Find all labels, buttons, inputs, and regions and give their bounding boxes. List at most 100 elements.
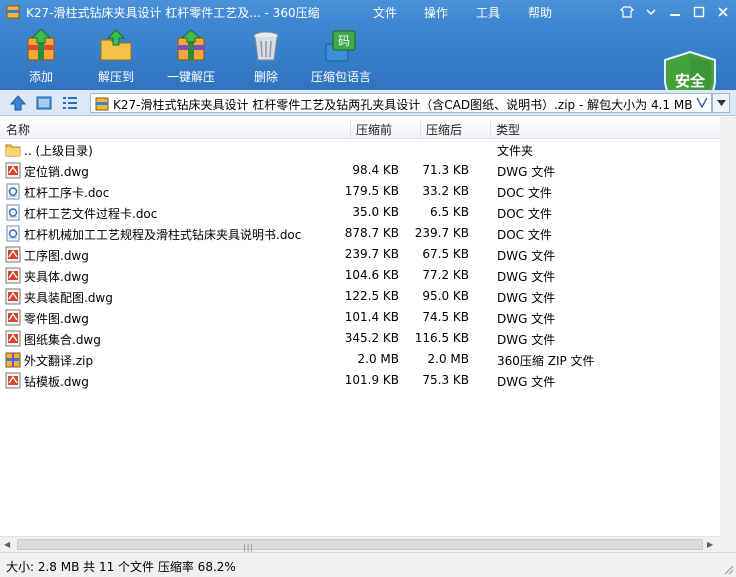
- file-type: DOC 文件: [497, 207, 552, 221]
- delete-label: 删除: [253, 70, 278, 84]
- file-row[interactable]: 杠杆机械加工工艺规程及滑柱式钻床夹具说明书.doc 878.7 KB 239.7 K…: [0, 223, 720, 244]
- file-row[interactable]: 定位销.dwg 98.4 KB 71.3 KB DWG 文件: [0, 160, 720, 181]
- file-size: 345.2 KB: [344, 331, 399, 345]
- scrollbar-corner: [720, 536, 736, 552]
- file-name: 夹具装配图.dwg: [24, 291, 113, 305]
- file-row[interactable]: 工序图.dwg 239.7 KB 67.5 KB DWG 文件: [0, 244, 720, 265]
- file-row[interactable]: 外文翻译.zip 2.0 MB 2.0 MB 360压缩 ZIP 文件: [0, 349, 720, 370]
- column-header-row: 名称 压缩前 压缩后 类型: [0, 117, 720, 139]
- file-name: 工序图.dwg: [24, 249, 89, 263]
- favorite-icon[interactable]: [696, 96, 708, 111]
- app-icon: [6, 5, 20, 19]
- file-packed-size: 67.5 KB: [422, 247, 469, 261]
- file-row[interactable]: 图纸集合.dwg 345.2 KB 116.5 KB DWG 文件: [0, 328, 720, 349]
- address-field[interactable]: K27-滑柱式钻床夹具设计 杠杆零件工艺及钻两孔夹具设计（含CAD图纸、说明书）…: [90, 93, 712, 113]
- column-name[interactable]: 名称: [6, 121, 30, 138]
- title-bar: K27-滑柱式钻床夹具设计 杠杆零件工艺及... - 360压缩 文件 操作 工…: [0, 0, 736, 24]
- file-row[interactable]: 夹具装配图.dwg 122.5 KB 95.0 KB DWG 文件: [0, 286, 720, 307]
- column-divider[interactable]: [420, 119, 421, 137]
- dwg-file-icon: [5, 267, 21, 284]
- menu-dropdown-icon[interactable]: [642, 3, 660, 21]
- maximize-button[interactable]: [690, 3, 708, 21]
- dwg-file-icon: [5, 309, 21, 326]
- file-size: 122.5 KB: [344, 289, 399, 303]
- column-packed[interactable]: 压缩后: [426, 121, 462, 138]
- file-packed-size: 33.2 KB: [422, 184, 469, 198]
- file-name: .. (上级目录): [24, 144, 93, 158]
- scroll-thumb[interactable]: |||: [17, 539, 703, 552]
- file-type: 360压缩 ZIP 文件: [497, 354, 595, 368]
- archive-language-button[interactable]: 码 压缩包语言: [306, 28, 376, 88]
- file-packed-size: 239.7 KB: [414, 226, 469, 240]
- file-row[interactable]: 零件图.dwg 101.4 KB 74.5 KB DWG 文件: [0, 307, 720, 328]
- column-divider[interactable]: [490, 119, 491, 137]
- file-row[interactable]: 杠杆工艺文件过程卡.doc 35.0 KB 6.5 KB DOC 文件: [0, 202, 720, 223]
- menu-operations[interactable]: 操作: [424, 4, 448, 21]
- file-name: 外文翻译.zip: [24, 354, 94, 368]
- file-row[interactable]: 夹具体.dwg 104.6 KB 77.2 KB DWG 文件: [0, 265, 720, 286]
- grip-icon: |||: [243, 543, 255, 552]
- address-dropdown-button[interactable]: [712, 93, 730, 113]
- list-view-icon[interactable]: [61, 94, 79, 112]
- file-row[interactable]: 钻模板.dwg 101.9 KB 75.3 KB DWG 文件: [0, 370, 720, 391]
- file-list: 名称 压缩前 压缩后 类型 .. (上级目录) 文件夹定位销.dwg 98.4 KB…: [0, 117, 736, 536]
- one-click-extract-button[interactable]: 一键解压: [156, 28, 226, 88]
- column-divider[interactable]: [350, 119, 351, 137]
- archive-language-icon: 码: [325, 30, 356, 62]
- file-name: 杠杆机械加工工艺规程及滑柱式钻床夹具说明书.doc: [24, 228, 302, 242]
- address-path: K27-滑柱式钻床夹具设计 杠杆零件工艺及钻两孔夹具设计（含CAD图纸、说明书）…: [113, 98, 693, 112]
- file-type: 文件夹: [497, 144, 534, 158]
- add-button[interactable]: 添加: [6, 28, 76, 88]
- file-packed-size: 74.5 KB: [422, 310, 469, 324]
- one-click-extract-label: 一键解压: [166, 70, 215, 84]
- extract-to-icon: [100, 29, 132, 61]
- menu-help[interactable]: 帮助: [528, 4, 552, 21]
- dwg-file-icon: [5, 330, 21, 347]
- scroll-left-icon[interactable]: ◀: [4, 540, 10, 549]
- file-size: 239.7 KB: [344, 247, 399, 261]
- file-type: DOC 文件: [497, 186, 552, 200]
- menu-tools[interactable]: 工具: [476, 4, 500, 21]
- vertical-scrollbar[interactable]: [720, 117, 736, 536]
- up-level-icon[interactable]: [9, 94, 27, 112]
- one-click-extract-icon: [177, 29, 205, 61]
- file-size: 101.4 KB: [344, 310, 399, 324]
- delete-button[interactable]: 删除: [231, 28, 301, 88]
- archive-language-label: 压缩包语言: [310, 70, 371, 84]
- column-type[interactable]: 类型: [496, 121, 520, 138]
- skin-icon[interactable]: [618, 3, 636, 21]
- zip-file-icon: [5, 351, 21, 368]
- status-bar: 大小: 2.8 MB 共 11 个文件 压缩率 68.2%: [0, 552, 736, 577]
- file-size: 104.6 KB: [344, 268, 399, 282]
- add-label: 添加: [28, 70, 53, 84]
- file-name: 定位销.dwg: [24, 165, 89, 179]
- file-packed-size: 77.2 KB: [422, 268, 469, 282]
- file-row[interactable]: 杠杆工序卡.doc 179.5 KB 33.2 KB DOC 文件: [0, 181, 720, 202]
- file-name: 夹具体.dwg: [24, 270, 89, 284]
- svg-text:码: 码: [338, 34, 350, 48]
- doc-file-icon: [5, 183, 21, 200]
- doc-file-icon: [5, 225, 21, 242]
- column-size[interactable]: 压缩前: [356, 121, 392, 138]
- window-title: K27-滑柱式钻床夹具设计 杠杆零件工艺及... - 360压缩: [26, 6, 320, 20]
- close-button[interactable]: [714, 3, 732, 21]
- minimize-button[interactable]: [666, 3, 684, 21]
- extract-to-button[interactable]: 解压到: [81, 28, 151, 88]
- thumbnail-view-icon[interactable]: [35, 94, 53, 112]
- menu-file[interactable]: 文件: [373, 4, 397, 21]
- file-size: 2.0 MB: [357, 352, 399, 366]
- file-packed-size: 95.0 KB: [422, 289, 469, 303]
- file-name: 杠杆工艺文件过程卡.doc: [24, 207, 158, 221]
- folder-file-icon: [5, 141, 21, 158]
- dwg-file-icon: [5, 162, 21, 179]
- file-type: DOC 文件: [497, 228, 552, 242]
- file-size: 35.0 KB: [352, 205, 399, 219]
- shield-label: 安全: [674, 72, 705, 90]
- file-type: DWG 文件: [497, 375, 556, 389]
- file-type: DWG 文件: [497, 165, 556, 179]
- resize-grip-icon[interactable]: [722, 563, 734, 575]
- scroll-right-icon[interactable]: ▶: [707, 540, 713, 549]
- horizontal-scrollbar[interactable]: ◀ ||| ▶: [0, 536, 720, 552]
- file-row[interactable]: .. (上级目录) 文件夹: [0, 139, 720, 160]
- trash-icon: [253, 31, 279, 61]
